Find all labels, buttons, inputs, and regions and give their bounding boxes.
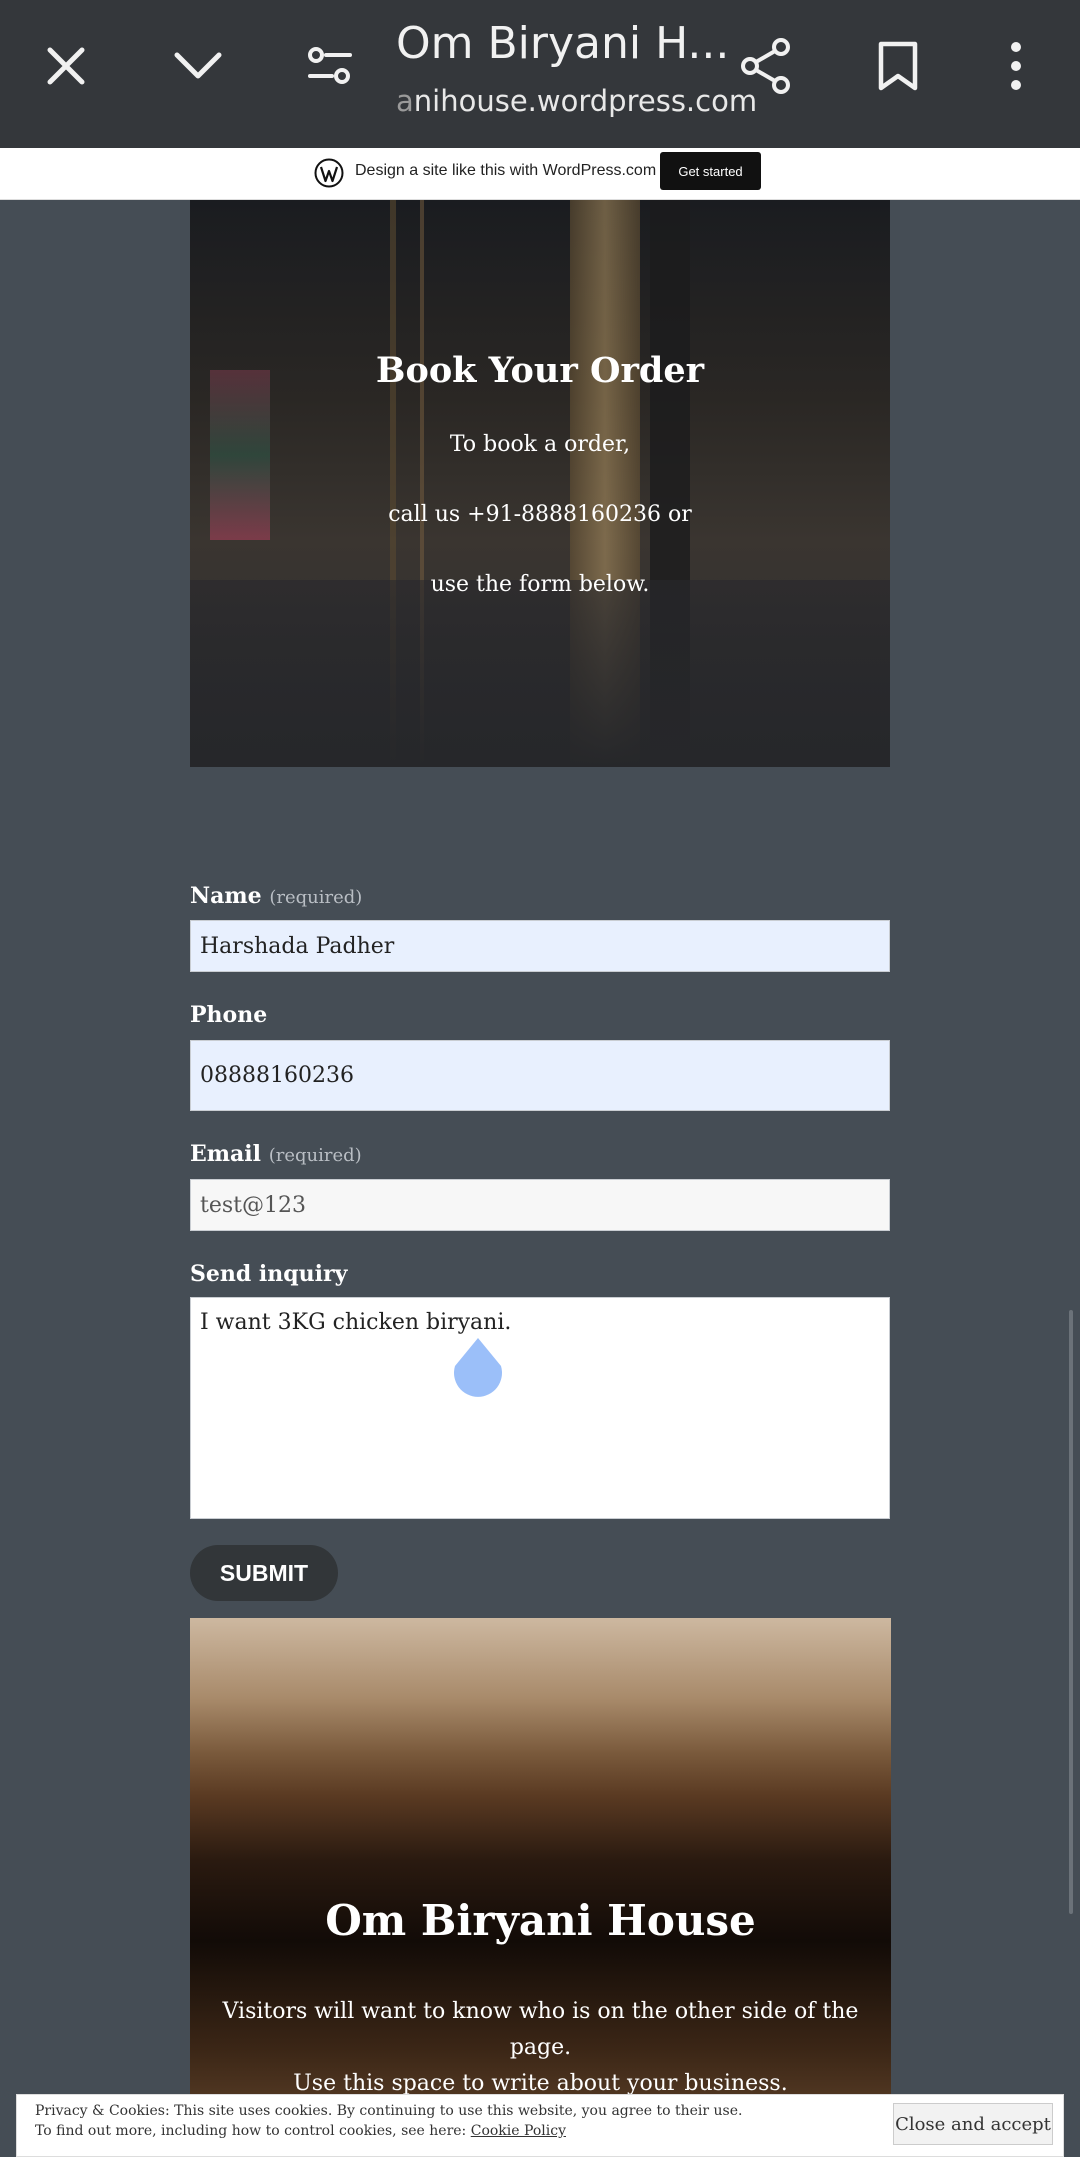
- hero-text-line: use the form below.: [430, 572, 650, 597]
- chevron-down-icon[interactable]: [166, 34, 230, 98]
- more-vert-icon[interactable]: [984, 34, 1048, 98]
- get-started-button[interactable]: Get started: [660, 152, 761, 190]
- phone-field[interactable]: 08888160236: [190, 1040, 890, 1111]
- phone-label: Phone: [190, 1002, 268, 1028]
- share-icon[interactable]: [734, 34, 798, 98]
- page-title[interactable]: Om Biryani H...: [396, 18, 729, 69]
- name-field[interactable]: Harshada Padher: [190, 920, 890, 972]
- name-label: Name (required): [190, 883, 363, 909]
- email-label: Email (required): [190, 1141, 362, 1167]
- close-and-accept-button[interactable]: Close and accept: [893, 2103, 1053, 2145]
- cookie-policy-link[interactable]: Cookie Policy: [471, 2123, 566, 2139]
- url-text[interactable]: anihouse.wordpress.com: [396, 84, 757, 118]
- about-section: Om Biryani House Visitors will want to k…: [190, 1618, 891, 2157]
- text-cursor-handle-icon[interactable]: [451, 1336, 505, 1402]
- submit-button[interactable]: SUBMIT: [190, 1545, 338, 1601]
- hero-section: Book Your Order To book a order, call us…: [190, 200, 890, 767]
- about-text: Visitors will want to know who is on the…: [222, 1999, 859, 2096]
- browser-toolbar: Om Biryani H... anihouse.wordpress.com: [0, 0, 1080, 148]
- close-icon[interactable]: [34, 34, 98, 98]
- bookmark-icon[interactable]: [866, 34, 930, 98]
- tune-icon[interactable]: [298, 34, 362, 98]
- hero-text-line: call us +91-8888160236 or: [388, 502, 692, 527]
- wordpress-banner: Design a site like this with WordPress.c…: [0, 148, 1080, 200]
- about-title: Om Biryani House: [325, 1896, 756, 1945]
- inquiry-label: Send inquiry: [190, 1261, 348, 1287]
- email-field[interactable]: test@123: [190, 1179, 890, 1231]
- hero-title: Book Your Order: [375, 350, 705, 391]
- wordpress-logo-icon: [314, 158, 344, 188]
- scrollbar[interactable]: [1069, 1310, 1073, 1914]
- hero-text-line: To book a order,: [449, 432, 631, 457]
- cookie-banner: Privacy & Cookies: This site uses cookie…: [16, 2094, 1064, 2157]
- inquiry-textarea[interactable]: I want 3KG chicken biryani.: [190, 1297, 890, 1519]
- wordpress-banner-text: Design a site like this with WordPress.c…: [355, 162, 657, 179]
- cookie-text: Privacy & Cookies: This site uses cookie…: [35, 2103, 743, 2139]
